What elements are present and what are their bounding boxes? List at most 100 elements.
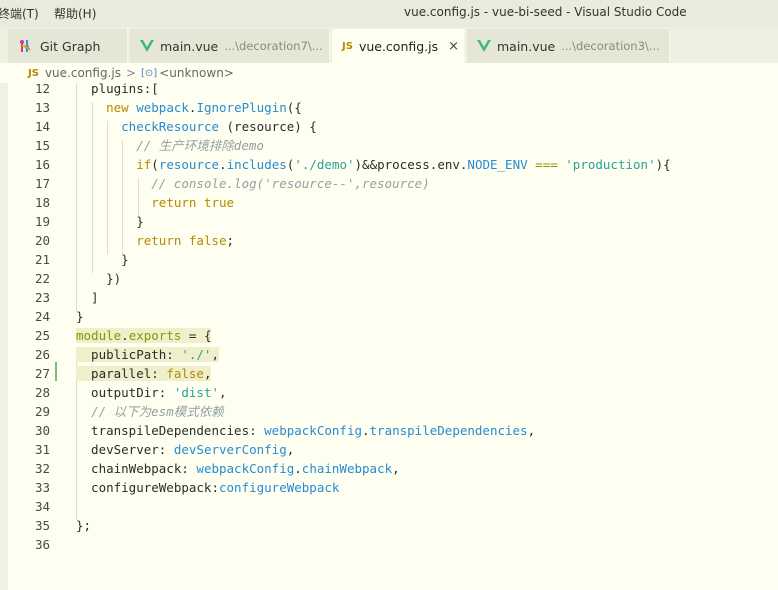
- code-text: outputDir: 'dist',: [76, 383, 226, 402]
- code-text: // 以下为esm模式依赖: [76, 402, 224, 421]
- code-token: transpileDependencies: [369, 423, 528, 438]
- code-line[interactable]: 26 publicPath: './',: [0, 345, 778, 364]
- code-token: (resource) {: [219, 119, 317, 134]
- line-number: 33: [34, 480, 50, 495]
- line-number: 32: [34, 461, 50, 476]
- menu-terminal[interactable]: 终端(T): [0, 5, 39, 22]
- line-number: 21: [34, 252, 50, 267]
- code-token: if: [136, 157, 152, 172]
- code-token: plugins:[: [76, 81, 159, 96]
- breadcrumb-symbol[interactable]: <unknown>: [159, 66, 234, 80]
- breadcrumb-file[interactable]: vue.config.js: [45, 66, 121, 80]
- line-number: 15: [34, 138, 50, 153]
- chevron-right-icon: >: [125, 66, 137, 80]
- code-token: (: [151, 157, 159, 172]
- code-line[interactable]: 27 parallel: false,: [0, 364, 778, 383]
- line-number: 27: [34, 366, 50, 381]
- code-token: exports: [128, 328, 182, 343]
- code-token: = {: [181, 328, 212, 343]
- line-number: 17: [34, 176, 50, 191]
- code-line[interactable]: 19 }: [0, 212, 778, 231]
- tab-git-graph[interactable]: Git Graph: [8, 29, 128, 63]
- line-number: 12: [34, 81, 50, 96]
- code-token: outputDir:: [76, 385, 174, 400]
- code-line[interactable]: 32 chainWebpack: webpackConfig.chainWebp…: [0, 459, 778, 478]
- code-line[interactable]: 23 ]: [0, 288, 778, 307]
- code-line[interactable]: 33 configureWebpack:configureWebpack: [0, 478, 778, 497]
- code-text: ]: [76, 288, 99, 307]
- code-token: .: [219, 157, 227, 172]
- code-text: devServer: devServerConfig,: [76, 440, 294, 459]
- code-text: }): [76, 269, 121, 288]
- code-token: true: [203, 195, 235, 210]
- line-number: 30: [34, 423, 50, 438]
- code-line[interactable]: 31 devServer: devServerConfig,: [0, 440, 778, 459]
- line-number: 24: [34, 309, 50, 324]
- code-text: new webpack.IgnorePlugin({: [76, 98, 302, 117]
- line-number: 20: [34, 233, 50, 248]
- code-line[interactable]: 15 // 生产环境排除demo: [0, 136, 778, 155]
- code-token: NODE_ENV: [467, 157, 528, 172]
- code-line[interactable]: 29 // 以下为esm模式依赖: [0, 402, 778, 421]
- line-number: 23: [34, 290, 50, 305]
- tab-vue-config-js[interactable]: JS vue.config.js ×: [332, 29, 465, 63]
- code-line[interactable]: 24}: [0, 307, 778, 326]
- code-line[interactable]: 22 }): [0, 269, 778, 288]
- line-number: 34: [34, 499, 50, 514]
- code-token: }: [76, 252, 129, 267]
- code-line[interactable]: 13 new webpack.IgnorePlugin({: [0, 98, 778, 117]
- code-token: .: [294, 461, 302, 476]
- code-line[interactable]: 36: [0, 535, 778, 554]
- code-line[interactable]: 20 return false;: [0, 231, 778, 250]
- code-token: ,: [203, 366, 212, 381]
- code-token: .: [362, 423, 370, 438]
- close-icon[interactable]: ×: [448, 39, 459, 54]
- code-line[interactable]: 12 plugins:[: [0, 79, 778, 98]
- code-line[interactable]: 25 module.exports = {: [0, 326, 778, 345]
- code-token: configureWebpack:: [76, 480, 219, 495]
- code-token: module: [76, 328, 122, 343]
- line-number: 35: [34, 518, 50, 533]
- code-line[interactable]: 30 transpileDependencies: webpackConfig.…: [0, 421, 778, 440]
- code-text: module.exports = {: [76, 326, 212, 345]
- code-token: }: [76, 214, 144, 229]
- code-text: chainWebpack: webpackConfig.chainWebpack…: [76, 459, 400, 478]
- code-text: // 生产环境排除demo: [76, 136, 264, 155]
- tab-label: main.vue: [497, 38, 556, 54]
- code-token: 'dist': [173, 385, 219, 400]
- git-graph-icon: [18, 38, 34, 54]
- code-editor[interactable]: 12 plugins:[13 new webpack.IgnorePlugin(…: [0, 81, 778, 590]
- tab-main-vue-decoration7[interactable]: main.vue ...\decoration7\...: [130, 29, 330, 63]
- line-number: 19: [34, 214, 50, 229]
- tab-main-vue-decoration3[interactable]: main.vue ...\decoration3\...: [467, 29, 670, 63]
- code-line[interactable]: 14 checkResource (resource) {: [0, 117, 778, 136]
- code-token: ,: [527, 423, 536, 438]
- code-line[interactable]: 35};: [0, 516, 778, 535]
- code-text: plugins:[: [76, 79, 159, 98]
- code-line[interactable]: 34: [0, 497, 778, 516]
- code-token: resource: [158, 157, 220, 172]
- tab-label: vue.config.js: [358, 38, 439, 54]
- code-token: './demo': [294, 157, 355, 172]
- menu-help[interactable]: 帮助(H): [54, 5, 96, 22]
- code-token: publicPath:: [76, 347, 182, 362]
- code-line[interactable]: 18 return true: [0, 193, 778, 212]
- code-token: .: [121, 328, 129, 343]
- code-line[interactable]: 28 outputDir: 'dist',: [0, 383, 778, 402]
- line-number: 31: [34, 442, 50, 457]
- code-token: };: [76, 518, 92, 533]
- code-text: parallel: false,: [76, 364, 212, 383]
- code-line[interactable]: 17 // console.log('resource--',resource): [0, 174, 778, 193]
- line-number: 22: [34, 271, 50, 286]
- tab-bar: Git Graph main.vue ...\decoration7\... J…: [0, 27, 778, 63]
- symbol-variable-icon: [⊙]: [141, 67, 158, 79]
- code-line[interactable]: 21 }: [0, 250, 778, 269]
- tab-path-hint: ...\decoration7\...: [224, 39, 323, 53]
- js-icon: JS: [342, 40, 353, 52]
- code-line[interactable]: 16 if(resource.includes('./demo')&&proce…: [0, 155, 778, 174]
